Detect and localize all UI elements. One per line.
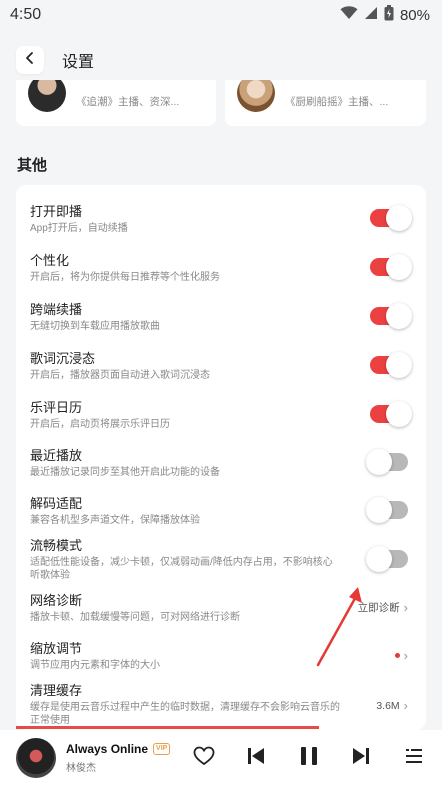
battery-percent: 80% [399, 6, 430, 24]
toggle-knob [366, 546, 392, 572]
toggle-knob [386, 352, 412, 378]
playlist-icon [405, 748, 423, 769]
previous-icon [247, 747, 265, 770]
host-card[interactable]: 《厨刷船摇》主播、... [225, 80, 426, 126]
setting-desc: 开启后，将为你提供每日推荐等个性化服务 [30, 272, 220, 283]
playlist-button[interactable] [396, 740, 432, 776]
toggle-knob [386, 254, 412, 280]
mini-player[interactable]: Always Online VIP 林俊杰 [0, 730, 442, 786]
setting-desc: 开启后，启动页将展示乐评日历 [30, 419, 170, 430]
page-title: 设置 [62, 54, 95, 71]
previous-button[interactable] [238, 740, 274, 776]
song-info[interactable]: Always Online VIP 林俊杰 [66, 742, 176, 774]
setting-row-decode-adapt: 解码适配 兼容各机型多声道文件，保障播放体验 [30, 495, 412, 527]
wifi-icon [340, 6, 358, 24]
setting-desc: 播放卡顿、加载缓慢等问题，可对网络进行诊断 [30, 612, 240, 623]
setting-desc: 无缝切换到车载应用播放歌曲 [30, 321, 160, 332]
setting-title: 网络诊断 [30, 593, 83, 608]
header: 设置 [0, 40, 442, 80]
smooth-mode-toggle[interactable] [366, 546, 408, 572]
setting-title: 跨端续播 [30, 302, 83, 317]
personalization-toggle[interactable] [370, 254, 412, 280]
setting-title: 缩放调节 [30, 641, 83, 656]
artist-name: 林俊杰 [66, 763, 96, 774]
pause-button[interactable] [291, 740, 327, 776]
signal-icon [364, 6, 378, 24]
setting-desc: 调节应用内元素和字体的大小 [30, 660, 160, 671]
chevron-right-icon: › [403, 600, 408, 615]
toggle-knob [386, 401, 412, 427]
setting-row-lyrics-immersive: 歌词沉浸态 开启后，播放器页面自动进入歌词沉浸态 [30, 350, 412, 382]
setting-row-smooth-mode: 流畅模式 适配低性能设备，减少卡顿，仅减弱动画/降低内存占用，不影响核心听歌体验 [30, 537, 412, 582]
battery-icon [384, 5, 394, 25]
setting-row-autoplay: 打开即播 App打开后，自动续播 [30, 203, 412, 235]
setting-title: 打开即播 [30, 204, 83, 219]
setting-row-clear-cache[interactable]: 清理缓存 缓存是使用云音乐过程中产生的临时数据，清理缓存不会影响云音乐的正常使用 [30, 682, 412, 727]
zoom-action[interactable]: › [394, 648, 408, 663]
host-card-desc: 《厨刷船摇》主播、... [285, 96, 389, 108]
autoplay-toggle[interactable] [370, 205, 412, 231]
song-title: Always Online [66, 742, 149, 756]
back-icon [23, 51, 37, 70]
setting-row-network-diagnose[interactable]: 网络诊断 播放卡顿、加载缓慢等问题，可对网络进行诊断 [30, 592, 412, 624]
cache-size[interactable]: 3.6M › [376, 698, 408, 713]
pause-icon [300, 746, 318, 771]
setting-desc: App打开后，自动续播 [30, 223, 128, 234]
setting-title: 清理缓存 [30, 683, 83, 698]
album-cover[interactable] [16, 738, 56, 778]
lyrics-immersive-toggle[interactable] [370, 352, 412, 378]
setting-desc: 缓存是使用云音乐过程中产生的临时数据，清理缓存不会影响云音乐的正常使用 [30, 702, 340, 726]
setting-row-cross-device: 跨端续播 无缝切换到车载应用播放歌曲 [30, 301, 412, 333]
cross-device-toggle[interactable] [370, 303, 412, 329]
avatar [237, 80, 275, 112]
setting-row-zoom[interactable]: 缩放调节 调节应用内元素和字体的大小 [30, 640, 412, 672]
toggle-knob [386, 205, 412, 231]
setting-title: 乐评日历 [30, 400, 83, 415]
next-button[interactable] [343, 740, 379, 776]
next-icon [352, 747, 370, 770]
host-card[interactable]: 《追潮》主播、资深... [16, 80, 216, 126]
status-time: 4:50 [10, 6, 42, 23]
network-diagnose-action[interactable]: 立即诊断 › [358, 600, 408, 615]
like-button[interactable] [186, 740, 222, 776]
chevron-right-icon: › [403, 648, 408, 663]
cache-size-value: 3.6M [376, 699, 400, 712]
setting-row-personalization: 个性化 开启后，将为你提供每日推荐等个性化服务 [30, 252, 412, 284]
status-bar: 4:50 80% [0, 0, 442, 30]
back-button[interactable] [16, 46, 44, 74]
settings-panel: 打开即播 App打开后，自动续播 个性化 开启后，将为你提供每日推荐等个性化服务… [16, 185, 426, 730]
setting-desc: 最近播放记录同步至其他开启此功能的设备 [30, 467, 220, 478]
avatar [28, 80, 66, 112]
setting-row-review-calendar: 乐评日历 开启后，启动页将展示乐评日历 [30, 399, 412, 431]
diagnose-now-label: 立即诊断 [357, 602, 400, 614]
recent-play-toggle[interactable] [366, 449, 408, 475]
setting-desc: 适配低性能设备，减少卡顿，仅减弱动画/降低内存占用，不影响核心听歌体验 [30, 557, 333, 581]
review-calendar-toggle[interactable] [370, 401, 412, 427]
section-title: 其他 [17, 157, 48, 174]
toggle-knob [366, 497, 392, 523]
status-icons: 80% [340, 5, 430, 25]
setting-title: 最近播放 [30, 448, 83, 463]
decode-adapt-toggle[interactable] [366, 497, 408, 523]
playback-progress [16, 726, 319, 729]
chevron-right-icon: › [403, 698, 408, 713]
setting-title: 个性化 [30, 253, 70, 268]
setting-title: 流畅模式 [30, 538, 83, 553]
heart-icon [193, 746, 215, 771]
new-dot-badge [394, 653, 400, 658]
setting-desc: 开启后，播放器页面自动进入歌词沉浸态 [30, 370, 210, 381]
setting-desc: 兼容各机型多声道文件，保障播放体验 [30, 515, 200, 526]
setting-title: 解码适配 [30, 496, 83, 511]
vip-badge: VIP [153, 743, 171, 755]
toggle-knob [386, 303, 412, 329]
host-card-desc: 《追潮》主播、资深... [76, 96, 180, 108]
setting-row-recent-play: 最近播放 最近播放记录同步至其他开启此功能的设备 [30, 447, 412, 479]
setting-title: 歌词沉浸态 [30, 351, 96, 366]
toggle-knob [366, 449, 392, 475]
